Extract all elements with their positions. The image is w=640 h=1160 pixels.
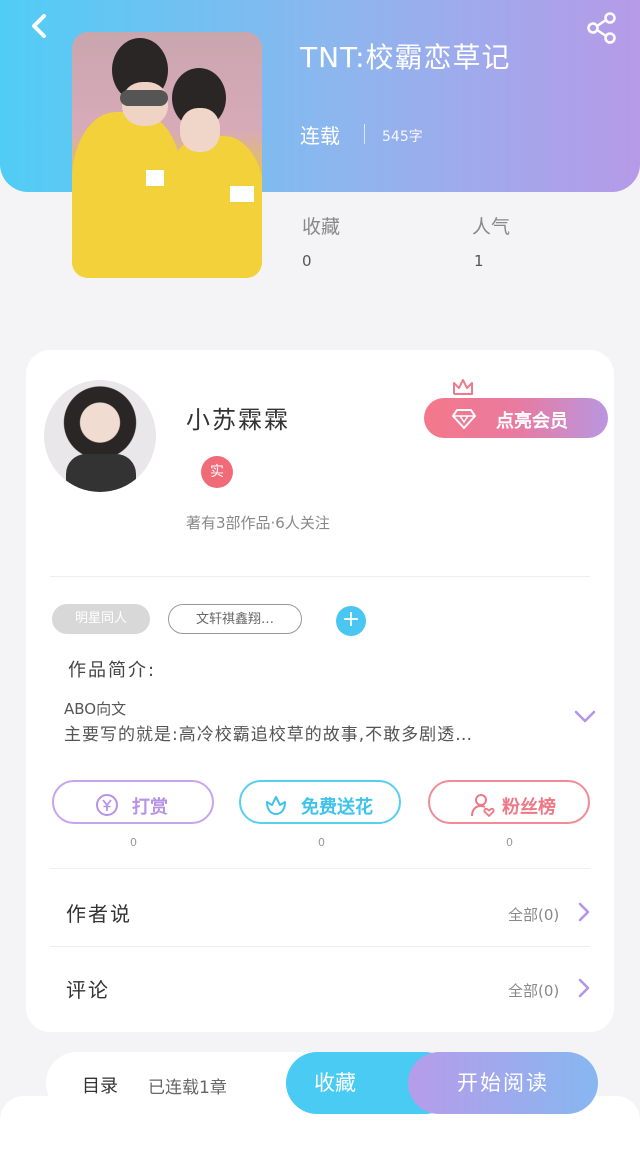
diamond-icon bbox=[452, 409, 476, 429]
intro-text-line1: ABO向文 bbox=[64, 700, 127, 718]
back-button[interactable] bbox=[20, 6, 60, 46]
vip-button-label: 点亮会员 bbox=[496, 411, 568, 432]
tip-button-label: 打赏 bbox=[132, 797, 168, 818]
divider bbox=[50, 946, 590, 947]
share-button[interactable] bbox=[584, 10, 620, 46]
chevron-right-icon bbox=[578, 902, 590, 922]
divider bbox=[50, 868, 590, 869]
fan-count: 0 bbox=[506, 836, 513, 849]
chevron-left-icon bbox=[32, 14, 46, 38]
table-of-contents-button[interactable]: 目录 bbox=[82, 1072, 118, 1098]
fan-ranking-button[interactable]: 粉丝榜 bbox=[428, 780, 590, 824]
book-cover-image[interactable] bbox=[72, 32, 262, 278]
word-count: 545字 bbox=[382, 129, 423, 145]
intro-label: 作品简介: bbox=[68, 660, 157, 681]
add-tag-button[interactable]: + bbox=[336, 606, 366, 636]
author-notes-title: 作者说 bbox=[66, 902, 132, 926]
bottom-action-bar: 目录 已连载1章 收藏 开始阅读 bbox=[46, 1052, 598, 1114]
stat-value-popularity: 1 bbox=[474, 252, 484, 270]
tip-count: 0 bbox=[130, 836, 137, 849]
divider bbox=[50, 576, 590, 577]
tag-characters[interactable]: 文轩祺鑫翔… bbox=[168, 604, 302, 634]
author-meta: 著有3部作品·6人关注 bbox=[186, 514, 330, 532]
share-icon bbox=[587, 12, 616, 44]
chevron-down-icon[interactable] bbox=[574, 710, 596, 724]
author-name[interactable]: 小苏霖霖 bbox=[186, 400, 290, 435]
author-notes-all-link[interactable]: 全部(0) bbox=[508, 904, 559, 925]
fan-ranking-button-label: 粉丝榜 bbox=[502, 797, 556, 818]
author-avatar[interactable] bbox=[44, 380, 156, 492]
chevron-right-icon bbox=[578, 978, 590, 998]
stat-value-favorites: 0 bbox=[302, 252, 312, 270]
plus-icon: + bbox=[341, 607, 361, 632]
stat-label-popularity: 人气 bbox=[472, 216, 511, 238]
crown-icon bbox=[453, 379, 473, 395]
flower-count: 0 bbox=[318, 836, 325, 849]
status-divider bbox=[364, 124, 365, 144]
tip-button[interactable]: 打赏 bbox=[52, 780, 214, 824]
tag-category[interactable]: 明星同人 bbox=[52, 604, 150, 634]
book-title: TNT:校霸恋草记 bbox=[300, 41, 511, 74]
user-heart-icon bbox=[471, 794, 495, 817]
chapters-count: 已连载1章 bbox=[148, 1078, 227, 1098]
stat-label-favorites: 收藏 bbox=[302, 216, 341, 238]
comments-title: 评论 bbox=[66, 978, 110, 1002]
verified-badge: 实 bbox=[201, 456, 233, 488]
yen-coin-icon bbox=[96, 794, 118, 816]
comments-all-link[interactable]: 全部(0) bbox=[508, 980, 559, 1001]
book-status: 连载 bbox=[300, 124, 340, 148]
send-flower-button-label: 免费送花 bbox=[301, 797, 373, 818]
intro-text-line2: 主要写的就是:高冷校霸追校草的故事,不敢多剧透… bbox=[64, 725, 474, 745]
send-flower-button[interactable]: 免费送花 bbox=[239, 780, 401, 824]
start-reading-button[interactable]: 开始阅读 bbox=[408, 1052, 598, 1114]
flower-icon bbox=[266, 796, 286, 815]
book-detail-card: 小苏霖霖 实 著有3部作品·6人关注 点亮会员 明星同人 文轩祺鑫翔… + 作品… bbox=[26, 350, 614, 1032]
vip-button[interactable]: 点亮会员 bbox=[424, 398, 608, 438]
